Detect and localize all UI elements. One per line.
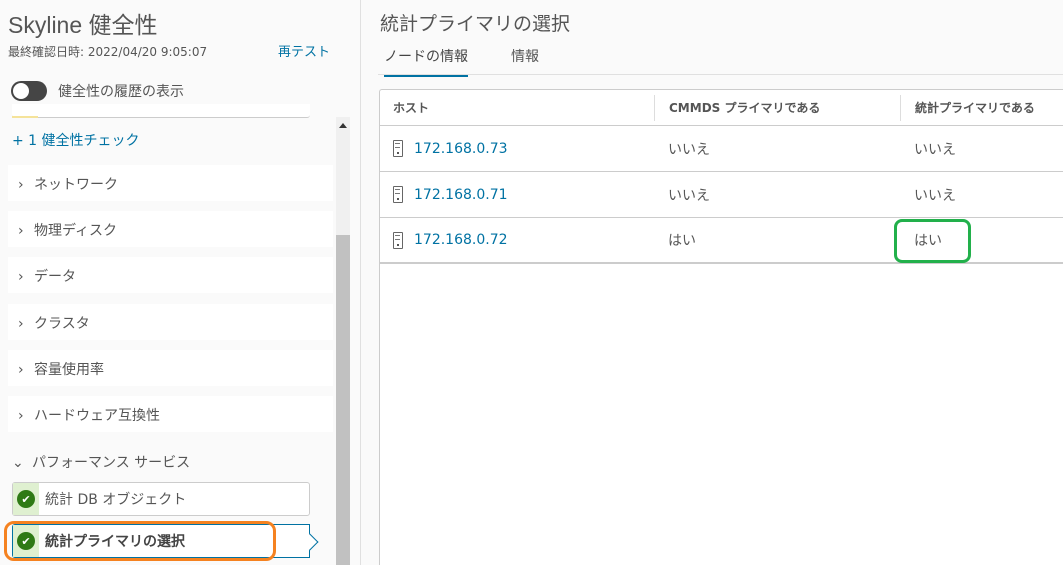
category-network[interactable]: › ネットワーク <box>8 165 333 201</box>
category-data[interactable]: › データ <box>8 257 333 293</box>
category-label: 物理ディスク <box>34 223 118 239</box>
sidebar-title: Skyline 健全性 <box>8 12 158 38</box>
check-label: 統計 DB オブジェクト <box>45 492 187 508</box>
history-toggle[interactable] <box>11 81 47 101</box>
category-label: データ <box>34 269 76 285</box>
host-table: ホスト CMMDS プライマリである 統計プライマリである 172.168.0.… <box>379 89 1063 565</box>
cmmds-value: はい <box>668 233 696 249</box>
category-label: ハードウェア互換性 <box>34 408 160 424</box>
chevron-right-icon: › <box>18 269 24 285</box>
page-title: 統計プライマリの選択 <box>380 13 571 35</box>
server-icon <box>393 186 403 203</box>
health-sidebar: Skyline 健全性 最終確認日時: 2022/04/20 9:05:07 再… <box>0 0 360 565</box>
column-host[interactable]: ホスト <box>380 99 654 116</box>
column-stats-primary[interactable]: 統計プライマリである <box>900 94 1035 121</box>
host-link[interactable]: 172.168.0.72 <box>414 232 508 248</box>
chevron-right-icon: › <box>18 408 24 424</box>
cmmds-value: いいえ <box>668 141 710 158</box>
host-link[interactable]: 172.168.0.71 <box>414 187 508 203</box>
chevron-right-icon: › <box>18 223 24 239</box>
stats-value: いいえ <box>914 141 956 158</box>
chevron-down-icon: ⌄ <box>12 455 24 471</box>
stats-value: いいえ <box>914 187 956 204</box>
chevron-right-icon: › <box>18 316 24 332</box>
tab-info[interactable]: 情報 <box>511 46 539 74</box>
host-link[interactable]: 172.168.0.73 <box>414 141 508 157</box>
server-icon <box>393 231 403 249</box>
table-row: 172.168.0.73 いいえ いいえ <box>380 126 1063 172</box>
category-cluster[interactable]: › クラスタ <box>8 304 333 340</box>
category-label: パフォーマンス サービス <box>32 455 191 471</box>
category-label: クラスタ <box>34 316 90 332</box>
table-row: 172.168.0.71 いいえ いいえ <box>380 172 1063 218</box>
category-performance[interactable]: ⌄ パフォーマンス サービス <box>12 452 190 472</box>
scrollbar-thumb[interactable] <box>336 235 350 565</box>
tab-divider <box>378 74 1063 75</box>
chevron-right-icon: › <box>18 177 24 193</box>
orange-highlight <box>4 521 276 561</box>
category-label: ネットワーク <box>34 177 118 193</box>
category-capacity[interactable]: › 容量使用率 <box>8 350 333 386</box>
last-checked: 最終確認日時: 2022/04/20 9:05:07 <box>8 45 208 59</box>
tab-node-info[interactable]: ノードの情報 <box>384 46 468 77</box>
check-circle-icon: ✔ <box>17 490 35 508</box>
scrollbar[interactable] <box>336 117 350 565</box>
chevron-right-icon: › <box>18 362 24 378</box>
green-highlight <box>894 219 971 263</box>
category-label: 容量使用率 <box>34 362 104 378</box>
panel-divider[interactable] <box>360 0 361 565</box>
table-header: ホスト CMMDS プライマリである 統計プライマリである <box>380 90 1063 126</box>
column-cmmds-primary[interactable]: CMMDS プライマリである <box>654 94 900 121</box>
scroll-up-icon[interactable] <box>339 123 347 128</box>
collapsed-card <box>12 104 310 118</box>
category-hardware[interactable]: › ハードウェア互換性 <box>8 396 333 432</box>
check-stats-db[interactable]: ✔ 統計 DB オブジェクト <box>12 482 310 516</box>
cmmds-value: いいえ <box>668 187 710 204</box>
history-toggle-label: 健全性の履歴の表示 <box>58 84 184 100</box>
retest-button[interactable]: 再テスト <box>278 41 330 60</box>
more-checks-link[interactable]: + 1 健全性チェック <box>12 130 140 150</box>
server-icon <box>393 140 403 157</box>
category-physical-disk[interactable]: › 物理ディスク <box>8 211 333 247</box>
